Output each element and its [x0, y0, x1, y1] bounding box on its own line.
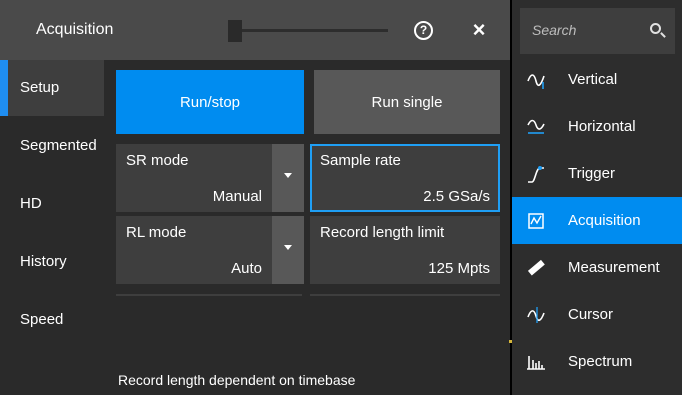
- sidebar-item-label: Vertical: [568, 71, 618, 88]
- rl-mode-value: Auto: [231, 260, 262, 277]
- sidebar-item-label: Horizontal: [568, 118, 636, 135]
- sr-mode-value: Manual: [212, 188, 262, 205]
- tab-speed[interactable]: Speed: [0, 292, 104, 348]
- record-length-limit-field[interactable]: Record length limit 125 Mpts: [310, 216, 500, 284]
- sample-rate-field[interactable]: Sample rate 2.5 GSa/s: [310, 144, 500, 212]
- sidebar-item-spectrum[interactable]: Spectrum: [512, 338, 682, 385]
- sidebar-item-vertical[interactable]: Vertical: [512, 56, 682, 103]
- tab-history[interactable]: History: [0, 234, 104, 290]
- sample-rate-label: Sample rate: [320, 152, 401, 169]
- transparency-slider-track[interactable]: [242, 29, 388, 32]
- rl-mode-field[interactable]: RL mode Auto: [116, 216, 272, 284]
- sr-mode-field[interactable]: SR mode Manual: [116, 144, 272, 212]
- acquisition-dialog: Acquisition ? × Setup Segmented HD Histo…: [0, 0, 510, 395]
- trigger-icon: [528, 166, 544, 183]
- sr-mode-dropdown-button[interactable]: [272, 144, 304, 212]
- horizontal-icon: [527, 119, 545, 134]
- transparency-slider-handle[interactable]: [228, 20, 242, 42]
- run-stop-button[interactable]: Run/stop: [116, 70, 304, 134]
- setup-content: Run/stop Run single SR mode Manual Sampl…: [104, 60, 510, 395]
- sidebar-item-trigger[interactable]: Trigger: [512, 150, 682, 197]
- record-length-hint: Record length dependent on timebase: [118, 372, 356, 388]
- sr-mode-label: SR mode: [126, 152, 189, 169]
- dialog-title: Acquisition: [36, 21, 114, 38]
- sidebar-item-label: Spectrum: [568, 353, 633, 370]
- tab-segmented[interactable]: Segmented: [0, 118, 104, 174]
- search-placeholder: Search: [532, 22, 577, 38]
- sidebar-item-acquisition[interactable]: Acquisition: [512, 197, 682, 244]
- record-length-limit-value: 125 Mpts: [428, 260, 490, 277]
- dialog-titlebar[interactable]: Acquisition ? ×: [0, 0, 510, 60]
- sidebar-item-cursor[interactable]: Cursor: [512, 291, 682, 338]
- sample-rate-value: 2.5 GSa/s: [423, 188, 490, 205]
- sidebar-item-measurement[interactable]: Measurement: [512, 244, 682, 291]
- divider: [310, 294, 500, 296]
- run-single-button[interactable]: Run single: [314, 70, 500, 134]
- record-length-limit-label: Record length limit: [320, 224, 445, 241]
- acquisition-icon: [528, 213, 544, 229]
- close-icon[interactable]: ×: [468, 19, 490, 41]
- divider: [116, 294, 302, 296]
- measurement-icon: [527, 259, 545, 276]
- sidebar-item-label: Cursor: [568, 306, 614, 323]
- help-icon[interactable]: ?: [414, 21, 433, 40]
- sidebar-item-label: Acquisition: [568, 212, 641, 229]
- dialog-tabs: Setup Segmented HD History Speed: [0, 60, 104, 395]
- sidebar-item-label: Trigger: [568, 165, 615, 182]
- main-menu-sidebar: Search Vertical Horizontal Trigger Acqui…: [512, 0, 682, 395]
- search-input[interactable]: Search: [520, 8, 675, 54]
- search-icon[interactable]: [650, 23, 661, 34]
- cursor-icon: [527, 307, 545, 323]
- tab-setup[interactable]: Setup: [0, 60, 104, 116]
- rl-mode-dropdown-button[interactable]: [272, 216, 304, 284]
- sidebar-item-horizontal[interactable]: Horizontal: [512, 103, 682, 150]
- sidebar-item-label: Measurement: [568, 259, 660, 276]
- vertical-icon: [527, 74, 545, 89]
- tab-hd[interactable]: HD: [0, 176, 104, 232]
- rl-mode-label: RL mode: [126, 224, 187, 241]
- spectrum-icon: [527, 356, 545, 370]
